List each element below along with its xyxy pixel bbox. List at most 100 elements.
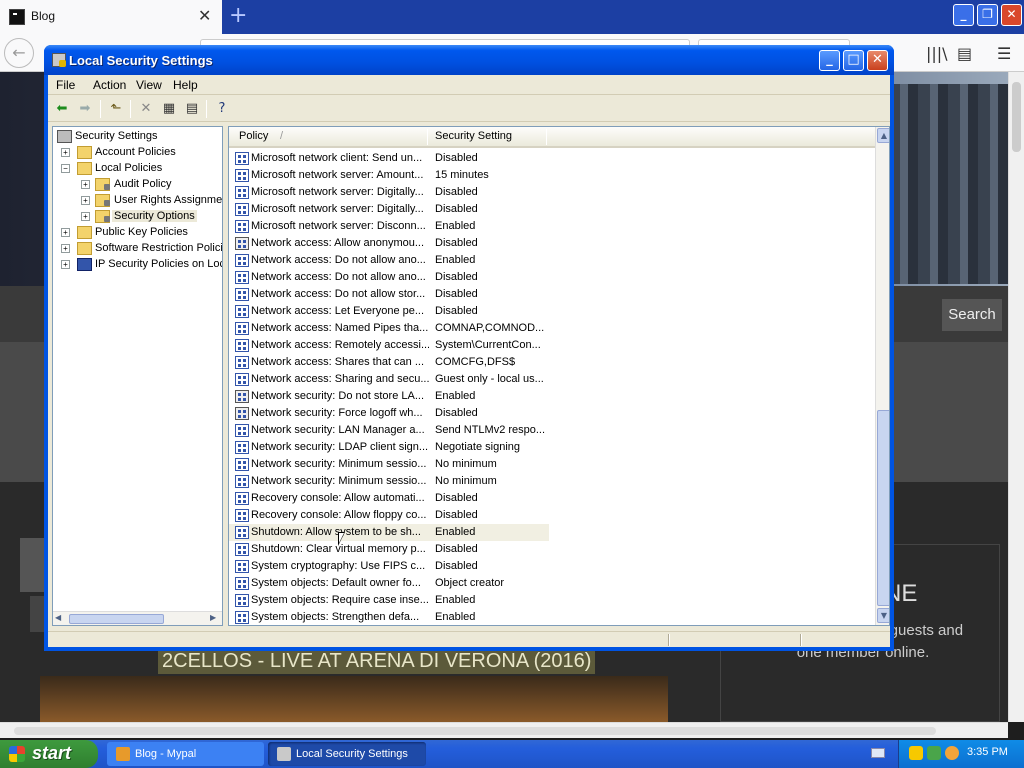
list-header: Policy / Security Setting [229, 127, 875, 148]
policy-row[interactable]: Network security: LDAP client sign... Neg… [229, 439, 875, 456]
page-vertical-scrollbar[interactable] [1008, 72, 1024, 722]
browser-maximize-button[interactable]: ❐ [977, 4, 998, 26]
hamburger-menu-icon[interactable]: ☰ [997, 44, 1011, 63]
scroll-up-icon[interactable]: ▲ [877, 128, 889, 143]
page-horizontal-scroll-thumb[interactable] [14, 727, 936, 735]
blog-favicon-icon [9, 9, 25, 25]
policy-row[interactable]: Network security: Minimum sessio... No mi… [229, 456, 875, 473]
policy-row[interactable]: Network access: Named Pipes tha... COMNAP… [229, 320, 875, 337]
collapse-icon[interactable]: − [61, 164, 70, 173]
policy-row[interactable]: Microsoft network server: Amount... 15 mi… [229, 167, 875, 184]
page-search-button[interactable]: Search [942, 299, 1002, 331]
minimize-button[interactable]: _ [819, 50, 840, 71]
video-thumbnail[interactable] [40, 676, 668, 722]
help-icon[interactable]: ? [212, 99, 232, 119]
policy-row[interactable]: Network security: LAN Manager a... Send N… [229, 422, 875, 439]
policy-row[interactable]: System objects: Require case inse... Enab… [229, 592, 875, 609]
policy-row[interactable]: Recovery console: Allow floppy co... Disa… [229, 507, 875, 524]
locked-folder-icon [95, 210, 110, 223]
policy-row[interactable]: Network security: Force logoff wh... Disa… [229, 405, 875, 422]
forward-arrow-icon[interactable]: ➡ [75, 99, 95, 119]
export-list-icon[interactable]: ▤ [182, 99, 202, 119]
security-shield-icon[interactable] [909, 746, 923, 760]
page-vertical-scroll-thumb[interactable] [1012, 82, 1021, 152]
tree-scroll-thumb[interactable] [69, 614, 164, 624]
policy-row[interactable]: System objects: Default owner fo... Objec… [229, 575, 875, 592]
policy-row[interactable]: Recovery console: Allow automati... Disab… [229, 490, 875, 507]
policy-setting: Disabled [435, 152, 478, 164]
policy-name: Microsoft network server: Digitally... [251, 186, 424, 198]
taskbar-item-local-security-settings[interactable]: Local Security Settings [268, 742, 426, 766]
start-button[interactable]: start [0, 740, 98, 768]
policy-row[interactable]: Network access: Do not allow stor... Disa… [229, 286, 875, 303]
maximize-button[interactable]: □ [843, 50, 864, 71]
policy-row[interactable]: Shutdown: Clear virtual memory p... Disab… [229, 541, 875, 558]
list-vertical-scrollbar[interactable]: ▲ ▼ [875, 127, 889, 625]
policy-row[interactable]: Network access: Do not allow ano... Disab… [229, 269, 875, 286]
menu-help[interactable]: Help [173, 78, 198, 92]
policy-row[interactable]: Network security: Minimum sessio... No mi… [229, 473, 875, 490]
scroll-left-icon[interactable]: ◀ [55, 613, 61, 622]
menu-file[interactable]: File [56, 78, 75, 92]
menu-action[interactable]: Action [93, 78, 126, 92]
back-arrow-icon[interactable]: ← [4, 38, 34, 68]
scroll-down-icon[interactable]: ▼ [877, 608, 889, 623]
policy-row[interactable]: Network access: Shares that can ... COMCF… [229, 354, 875, 371]
status-bar [48, 631, 890, 647]
policy-row[interactable]: Microsoft network server: Disconn... Enab… [229, 218, 875, 235]
policy-row[interactable]: Network access: Do not allow ano... Enabl… [229, 252, 875, 269]
browser-minimize-button[interactable]: _ [953, 4, 974, 26]
policy-row[interactable]: System cryptography: Use FIPS c... Disabl… [229, 558, 875, 575]
sidebar-toggle-icon[interactable]: ▤ [957, 44, 972, 63]
column-divider[interactable] [546, 129, 547, 145]
menu-view[interactable]: View [136, 78, 162, 92]
expand-icon[interactable]: + [61, 148, 70, 157]
keyboard-icon[interactable] [871, 748, 885, 758]
folder-icon [77, 226, 92, 239]
browser-tab[interactable]: Blog ✕ [0, 0, 222, 34]
taskbar-item-blog-mypal[interactable]: Blog - Mypal [107, 742, 264, 766]
policy-row[interactable]: Network access: Allow anonymou... Disable… [229, 235, 875, 252]
policy-row[interactable]: Shutdown: Allow system to be sh... Enable… [229, 524, 549, 541]
new-tab-button[interactable]: + [229, 3, 247, 28]
expand-icon[interactable]: + [61, 244, 70, 253]
policy-row[interactable]: System objects: Strengthen defa... Enable… [229, 609, 875, 625]
column-header-security-setting[interactable]: Security Setting [435, 130, 512, 142]
policy-row[interactable]: Network access: Sharing and secu... Guest… [229, 371, 875, 388]
library-icon[interactable]: |||\ [926, 44, 948, 63]
video-title[interactable]: 2CELLOS - LIVE AT ARENA DI VERONA (2016) [158, 648, 596, 674]
toolbar: ⬅ ➡ ⬑ ✕ ▦ ▤ ? [48, 96, 890, 122]
clock[interactable]: 3:35 PM [967, 746, 1008, 758]
policy-row[interactable]: Microsoft network server: Digitally... Di… [229, 184, 875, 201]
policy-row[interactable]: Microsoft network server: Digitally... Di… [229, 201, 875, 218]
folder-icon [77, 242, 92, 255]
policy-row[interactable]: Network access: Let Everyone pe... Disabl… [229, 303, 875, 320]
window-titlebar[interactable]: Local Security Settings _ □ ✕ [44, 45, 894, 75]
page-horizontal-scrollbar[interactable] [0, 722, 1008, 738]
search-icon[interactable] [945, 746, 959, 760]
browser-close-button[interactable]: ✕ [1001, 4, 1022, 26]
back-arrow-icon[interactable]: ⬅ [52, 99, 72, 119]
list-scroll-thumb[interactable] [877, 410, 889, 606]
network-icon[interactable] [927, 746, 941, 760]
scroll-right-icon[interactable]: ▶ [210, 613, 216, 622]
policy-row[interactable]: Network security: Do not store LA... Enab… [229, 388, 875, 405]
expand-icon[interactable]: + [81, 212, 90, 221]
expand-icon[interactable]: + [81, 180, 90, 189]
policy-icon [235, 254, 249, 267]
expand-icon[interactable]: + [61, 260, 70, 269]
up-one-level-icon[interactable]: ⬑ [106, 99, 126, 119]
expand-icon[interactable]: + [81, 196, 90, 205]
column-header-policy[interactable]: Policy [239, 130, 268, 142]
close-button[interactable]: ✕ [867, 50, 888, 71]
policy-row[interactable]: Network access: Remotely accessi... Syste… [229, 337, 875, 354]
close-tab-icon[interactable]: ✕ [198, 6, 211, 25]
expand-icon[interactable]: + [61, 228, 70, 237]
tree-horizontal-scrollbar[interactable]: ◀ ▶ [53, 611, 222, 625]
policy-setting: Disabled [435, 407, 478, 419]
delete-icon[interactable]: ✕ [136, 99, 156, 119]
policy-icon [235, 492, 249, 505]
properties-icon[interactable]: ▦ [159, 99, 179, 119]
column-divider[interactable] [427, 129, 428, 145]
policy-row[interactable]: Microsoft network client: Send un... Disa… [229, 150, 875, 167]
